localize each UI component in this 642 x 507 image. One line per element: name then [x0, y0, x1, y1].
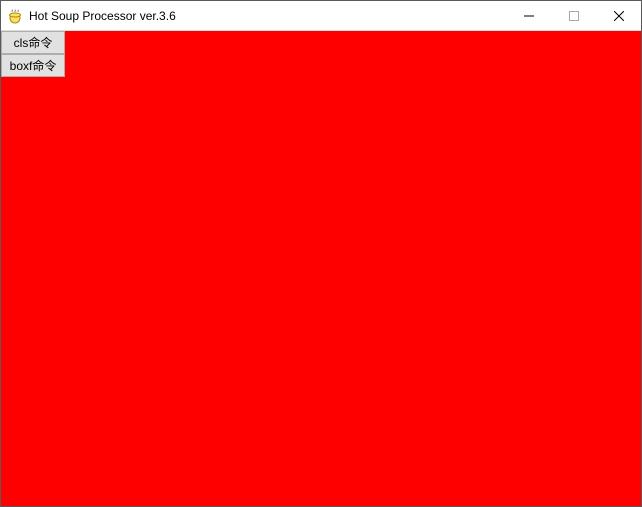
minimize-button[interactable]	[506, 1, 551, 30]
window-title: Hot Soup Processor ver.3.6	[29, 9, 176, 23]
boxf-command-button[interactable]: boxf命令	[1, 54, 65, 77]
app-icon	[7, 8, 23, 24]
client-area: cls命令 boxf命令	[1, 31, 641, 506]
cls-command-button[interactable]: cls命令	[1, 31, 65, 54]
app-window: Hot Soup Processor ver.3.6 cls命令 boxf命令	[0, 0, 642, 507]
maximize-button[interactable]	[551, 1, 596, 30]
close-button[interactable]	[596, 1, 641, 30]
titlebar: Hot Soup Processor ver.3.6	[1, 1, 641, 31]
canvas-background	[1, 31, 641, 506]
